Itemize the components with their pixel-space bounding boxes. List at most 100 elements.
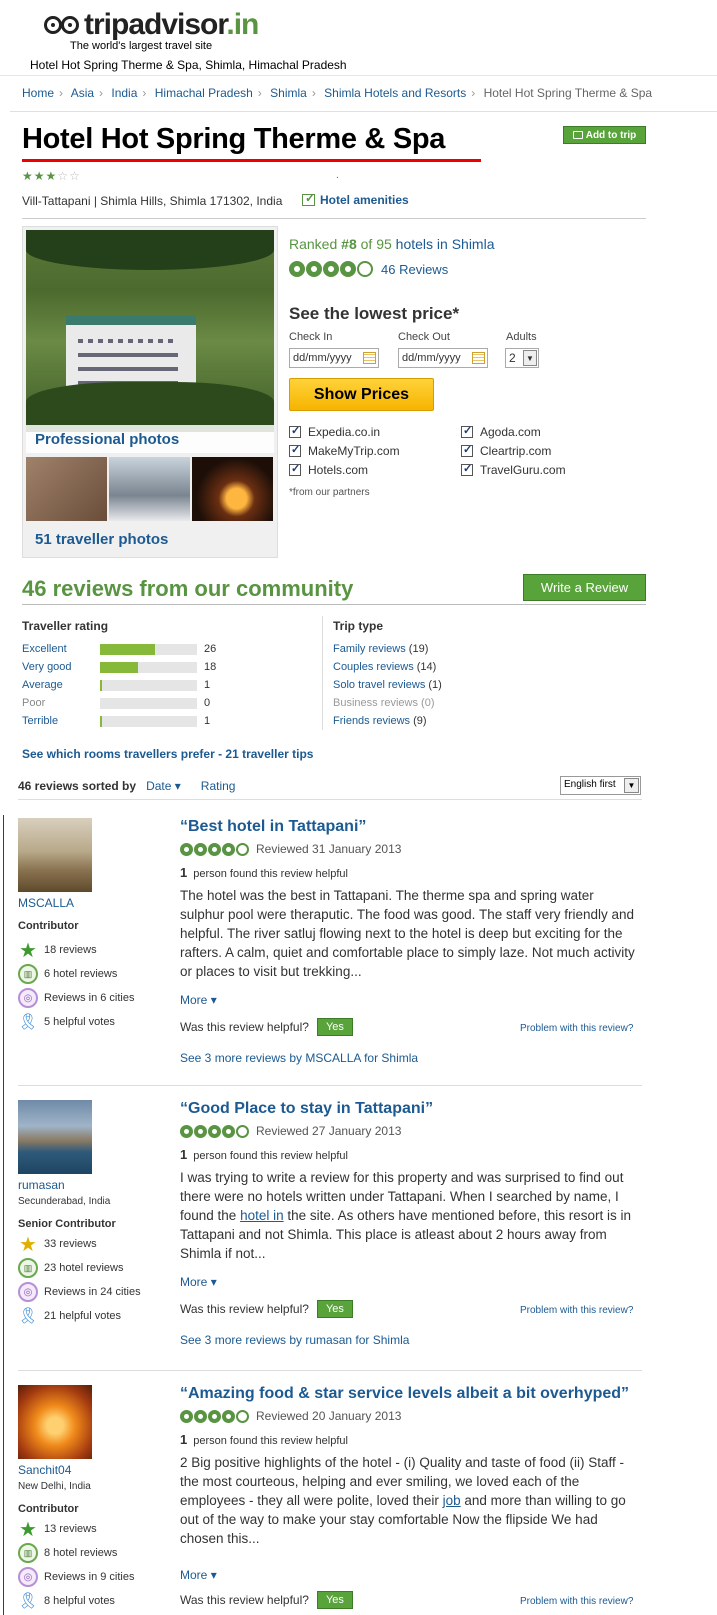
adults-select[interactable]: 2 ▼ xyxy=(505,348,539,368)
hotel-address: Vill-Tattapani | Shimla Hills, Shimla 17… xyxy=(22,194,283,208)
rating-row-terrible[interactable]: Terrible 1 xyxy=(22,715,210,727)
reviewer-location: New Delhi, India xyxy=(18,1481,91,1492)
helpful-question: Was this review helpful? Yes xyxy=(180,1591,353,1609)
review-title[interactable]: “Best hotel in Tattapani” xyxy=(180,818,366,836)
hotel-badge-icon: ▥ xyxy=(18,964,38,984)
trip-type-friends[interactable]: Friends reviews (9) xyxy=(333,715,427,727)
hotel-main-photo[interactable] xyxy=(26,230,274,432)
reviewer-name[interactable]: MSCALLA xyxy=(18,896,74,910)
reviews-count-link[interactable]: 46 Reviews xyxy=(381,262,448,277)
avatar[interactable] xyxy=(18,818,92,892)
thumbnail-room[interactable] xyxy=(26,457,107,521)
caret-down-icon: ▾ xyxy=(210,1275,217,1289)
partner-checkbox-makemytrip[interactable]: MakeMyTrip.com xyxy=(289,443,400,458)
sort-bar: 46 reviews sorted by Date ▾ Rating xyxy=(18,779,255,793)
partner-checkbox-cleartrip[interactable]: Cleartrip.com xyxy=(461,443,551,458)
sort-by-rating[interactable]: Rating xyxy=(201,779,236,793)
ribbon-badge-icon: 🎗 xyxy=(17,1308,39,1325)
breadcrumb-shimla[interactable]: Shimla xyxy=(270,86,307,100)
hotel-badge-icon: ▥ xyxy=(18,1258,38,1278)
helpful-question: Was this review helpful? Yes xyxy=(180,1300,353,1318)
more-link[interactable]: More ▾ xyxy=(180,1275,217,1289)
traveller-photos-link[interactable]: 51 traveller photos xyxy=(26,524,274,554)
partner-checkbox-hotels[interactable]: Hotels.com xyxy=(289,462,368,477)
badge-hotel-reviews: ▥ 8 hotel reviews xyxy=(18,1543,117,1563)
hotel-amenities-link[interactable]: Hotel amenities xyxy=(302,191,409,207)
sort-by-date[interactable]: Date ▾ xyxy=(146,779,181,793)
breadcrumb-india[interactable]: India xyxy=(111,86,137,100)
checkin-date-field[interactable]: dd/mm/yyyy xyxy=(289,348,379,368)
thumbnail-bonfire[interactable] xyxy=(192,457,273,521)
badge-reviews: ★ 33 reviews xyxy=(19,1233,97,1256)
calendar-icon[interactable] xyxy=(472,352,485,364)
hotel-title: Hotel Hot Spring Therme & Spa xyxy=(22,123,446,155)
checkbox-checked-icon xyxy=(461,443,473,457)
review-title[interactable]: “Good Place to stay in Tattapani” xyxy=(180,1100,433,1118)
traveller-tips-link[interactable]: See which rooms travellers prefer - 21 t… xyxy=(22,747,313,761)
checkout-date-field[interactable]: dd/mm/yyyy xyxy=(398,348,488,368)
problem-link[interactable]: Problem with this review? xyxy=(520,1596,633,1607)
reviewer-name[interactable]: Sanchit04 xyxy=(18,1463,71,1477)
rating-row-very-good[interactable]: Very good 18 xyxy=(22,661,216,673)
breadcrumb-home[interactable]: Home xyxy=(22,86,54,100)
checkbox-checked-icon xyxy=(461,424,473,438)
star-outline-icon: ☆ xyxy=(69,169,80,183)
trip-type-couples[interactable]: Couples reviews (14) xyxy=(333,661,436,673)
rating-row-excellent[interactable]: Excellent 26 xyxy=(22,643,216,655)
rating-bubbles xyxy=(180,842,249,856)
partner-checkbox-travelguru[interactable]: TravelGuru.com xyxy=(461,462,566,477)
star-icon: ★ xyxy=(45,169,57,183)
review-title[interactable]: “Amazing food & star service levels albe… xyxy=(180,1385,629,1403)
hotels-in-shimla-link[interactable]: hotels in Shimla xyxy=(396,236,495,252)
helpful-count: 1 person found this review helpful xyxy=(180,865,348,880)
calendar-icon[interactable] xyxy=(363,352,376,364)
see-more-reviews-link[interactable]: See 3 more reviews by rumasan for Shimla xyxy=(180,1333,409,1347)
checkbox-checked-icon xyxy=(289,462,301,476)
page-edge-line xyxy=(3,815,4,1615)
more-link[interactable]: More ▾ xyxy=(180,1568,217,1582)
star-badge-icon: ★ xyxy=(19,1518,37,1541)
yes-button[interactable]: Yes xyxy=(316,1300,353,1318)
review-rating: Reviewed 31 January 2013 xyxy=(180,842,401,856)
partner-checkbox-expedia[interactable]: Expedia.co.in xyxy=(289,424,380,439)
divider xyxy=(18,799,642,800)
yes-button[interactable]: Yes xyxy=(316,1591,353,1609)
badge-helpful-votes: 🎗 5 helpful votes xyxy=(17,1014,115,1031)
problem-link[interactable]: Problem with this review? xyxy=(520,1023,633,1034)
problem-link[interactable]: Problem with this review? xyxy=(520,1305,633,1316)
yes-button[interactable]: Yes xyxy=(316,1018,353,1036)
job-link[interactable]: job xyxy=(443,1493,461,1508)
more-link[interactable]: More ▾ xyxy=(180,993,217,1007)
add-to-trip-button[interactable]: Add to trip xyxy=(563,126,646,144)
globe-badge-icon: ◎ xyxy=(18,1282,38,1302)
tripadvisor-logo[interactable]: tripadvisor.in xyxy=(44,8,259,42)
hotel-in-link[interactable]: hotel in xyxy=(240,1208,284,1223)
checkbox-checked-icon xyxy=(289,443,301,457)
partner-checkbox-agoda[interactable]: Agoda.com xyxy=(461,424,541,439)
trip-type-solo[interactable]: Solo travel reviews (1) xyxy=(333,679,442,691)
breadcrumb-shimla-hotels[interactable]: Shimla Hotels and Resorts xyxy=(324,86,466,100)
trip-icon xyxy=(572,131,583,139)
reviewer-name[interactable]: rumasan xyxy=(18,1178,65,1192)
trip-type-family[interactable]: Family reviews (19) xyxy=(333,643,428,655)
show-prices-button[interactable]: Show Prices xyxy=(289,378,434,411)
breadcrumb-himachal-pradesh[interactable]: Himachal Pradesh xyxy=(155,86,253,100)
language-select[interactable]: English first ▼ xyxy=(560,776,641,795)
chevron-down-icon: ▼ xyxy=(523,350,537,366)
avatar[interactable] xyxy=(18,1100,92,1174)
checklist-icon xyxy=(302,191,315,206)
helpful-count: 1 person found this review helpful xyxy=(180,1432,348,1447)
helpful-count: 1 person found this review helpful xyxy=(180,1147,348,1162)
divider xyxy=(18,1085,642,1086)
rating-row-average[interactable]: Average 1 xyxy=(22,679,210,691)
write-review-button[interactable]: Write a Review xyxy=(523,574,646,601)
chevron-down-icon: ▼ xyxy=(624,778,639,793)
avatar[interactable] xyxy=(18,1385,92,1459)
rating-row-poor: Poor 0 xyxy=(22,697,211,709)
reviewer-level: Senior Contributor xyxy=(18,1218,116,1230)
breadcrumb-asia[interactable]: Asia xyxy=(71,86,94,100)
see-more-reviews-link[interactable]: See 3 more reviews by MSCALLA for Shimla xyxy=(180,1051,418,1065)
thumbnail-mountains[interactable] xyxy=(109,457,190,521)
professional-photos-link[interactable]: Professional photos xyxy=(26,425,274,453)
divider xyxy=(22,604,646,605)
